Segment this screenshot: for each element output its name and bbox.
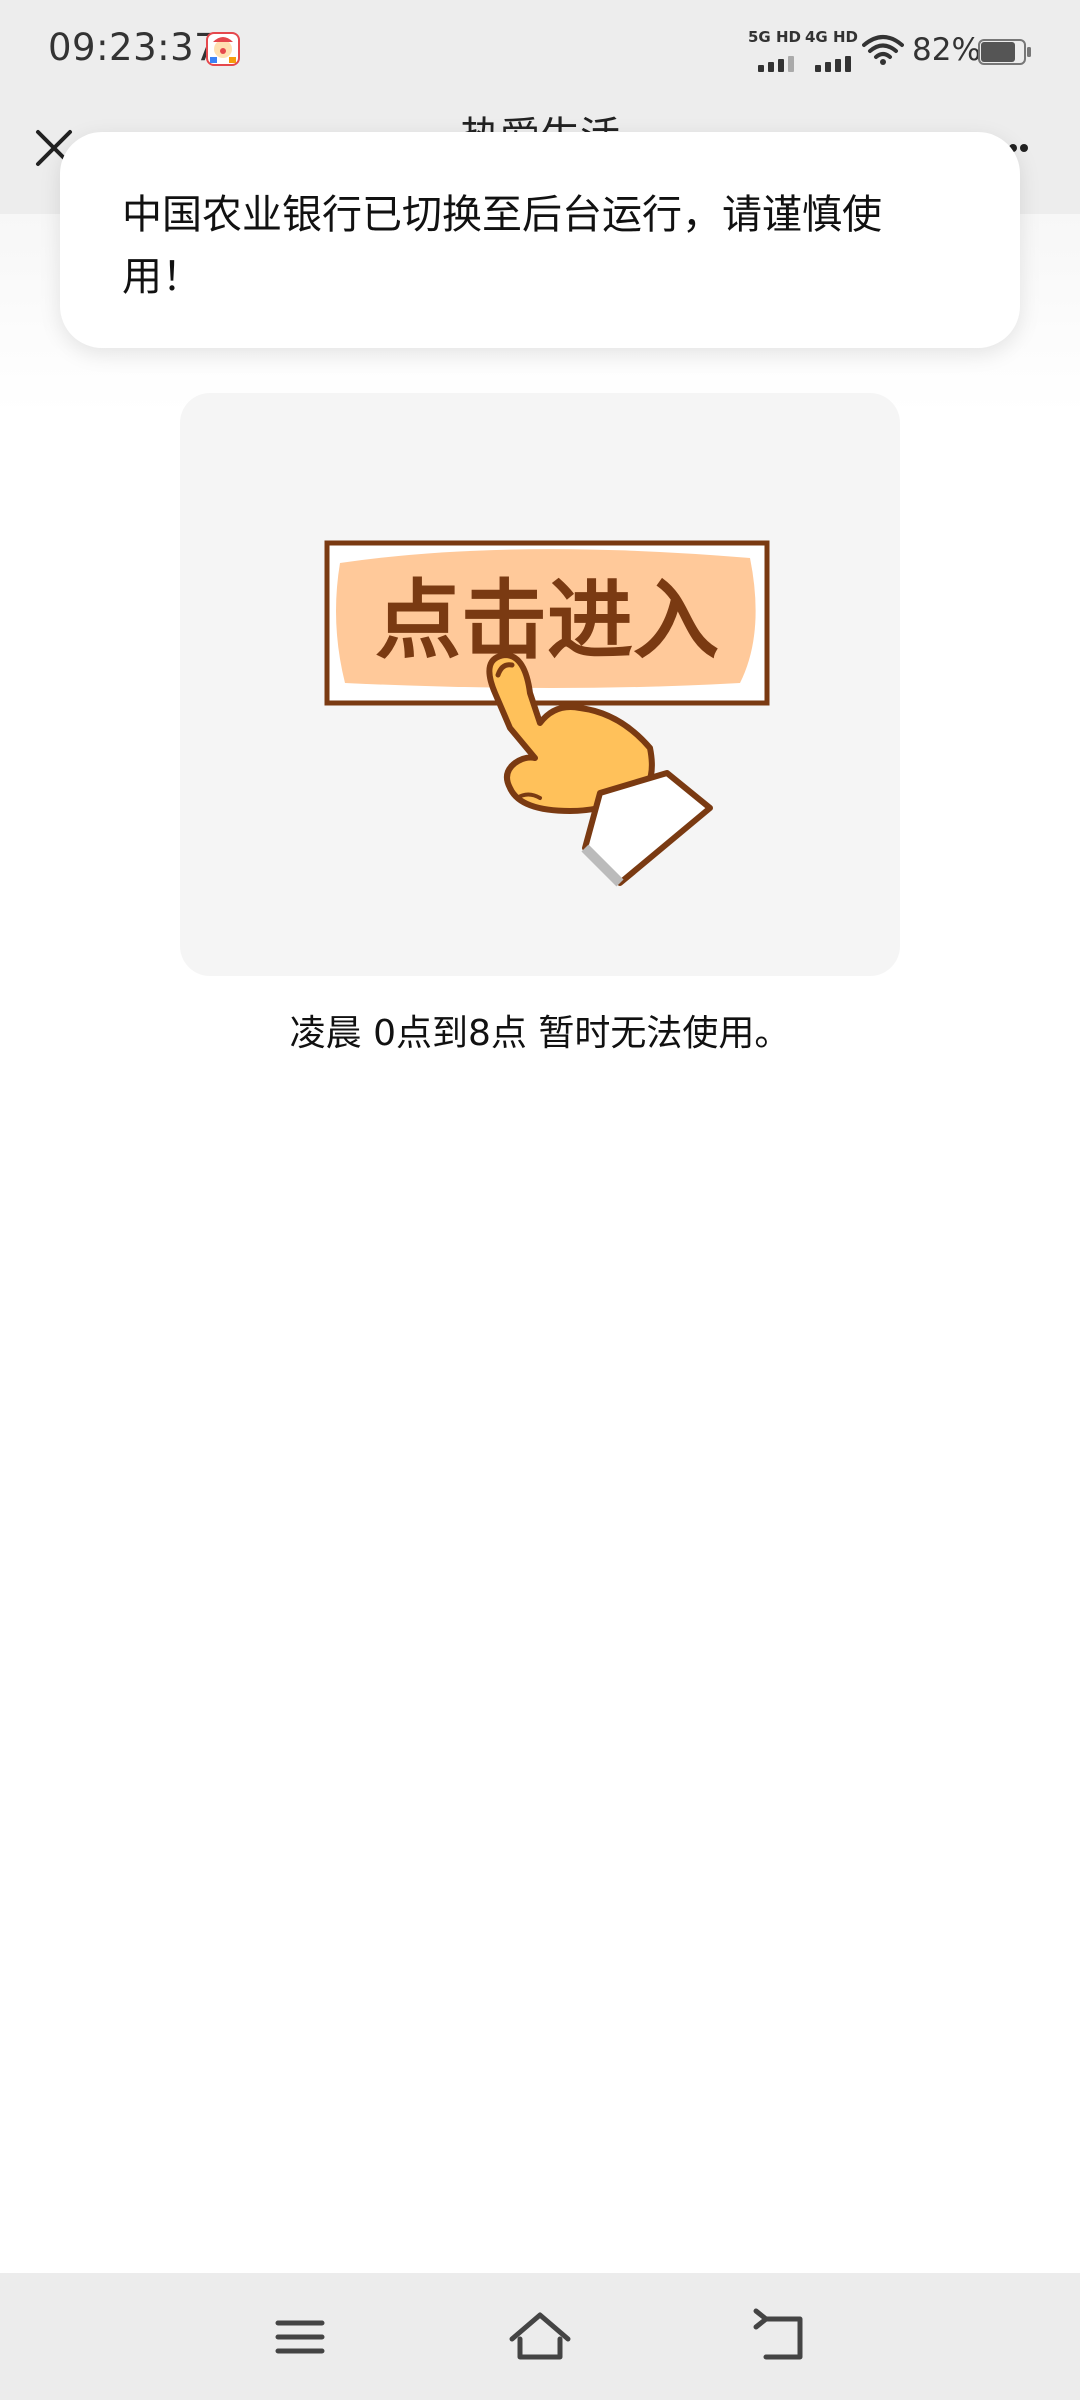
signal-bars-icon (758, 56, 794, 72)
signal-bars-icon (815, 56, 851, 72)
nav-back-button[interactable] (742, 2299, 818, 2375)
clown-app-icon (206, 32, 240, 66)
toast-notification: 中国农业银行已切换至后台运行，请谨慎使用！ (60, 132, 1020, 348)
nav-home-button[interactable] (502, 2299, 578, 2375)
signal-4g: 4G HD (805, 28, 858, 72)
battery-percent: 82% (912, 32, 981, 68)
signal-4g-label: 4G HD (805, 28, 858, 46)
home-icon (509, 2312, 571, 2360)
status-time: 09:23:37 (48, 26, 219, 69)
enter-banner[interactable]: 点击进入 (180, 393, 900, 976)
battery-icon (978, 39, 1031, 65)
status-bar: 09:23:37 5G HD 4G HD 82% (0, 0, 1080, 100)
menu-icon (275, 2320, 325, 2354)
banner-text: 点击进入 (375, 571, 719, 671)
click-enter-illustration: 点击进入 (324, 540, 770, 887)
system-nav-bar (0, 2273, 1080, 2400)
nav-menu-button[interactable] (262, 2299, 338, 2375)
signal-5g-label: 5G HD (748, 28, 801, 46)
signal-5g: 5G HD (748, 28, 801, 72)
back-icon (753, 2308, 803, 2360)
wifi-icon (862, 35, 904, 65)
notice-text: 凌晨 0点到8点 暂时无法使用。 (289, 1013, 791, 1054)
toast-message: 中国农业银行已切换至后台运行，请谨慎使用！ (122, 192, 882, 300)
